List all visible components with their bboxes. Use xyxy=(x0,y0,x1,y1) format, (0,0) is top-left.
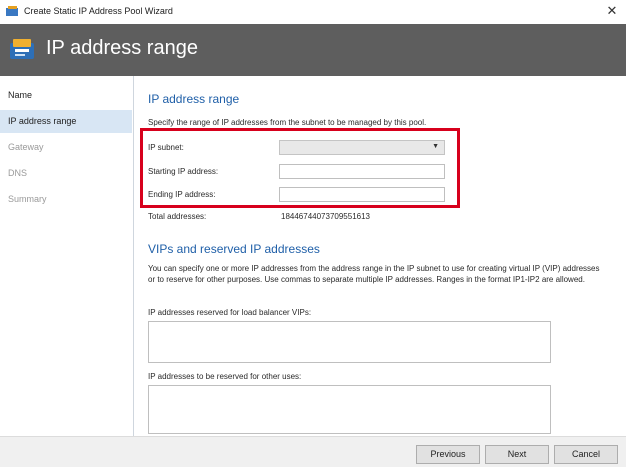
starting-ip-input[interactable] xyxy=(279,164,445,179)
wizard-steps-sidebar: Name IP address range Gateway DNS Summar… xyxy=(0,76,134,436)
section-description: Specify the range of IP addresses from t… xyxy=(148,118,427,127)
section-heading-vips: VIPs and reserved IP addresses xyxy=(148,242,320,256)
ending-ip-label: Ending IP address: xyxy=(148,190,216,199)
app-icon xyxy=(6,6,18,16)
title-bar: Create Static IP Address Pool Wizard ✕ xyxy=(0,0,626,24)
other-reserved-textarea[interactable] xyxy=(148,385,551,434)
ip-subnet-label: IP subnet: xyxy=(148,143,184,152)
wizard-icon xyxy=(10,39,34,59)
cancel-button[interactable]: Cancel xyxy=(554,445,618,464)
total-addresses-value: 18446744073709551613 xyxy=(281,212,370,221)
close-icon[interactable]: ✕ xyxy=(604,3,620,19)
starting-ip-label: Starting IP address: xyxy=(148,167,219,176)
ip-subnet-select[interactable]: ▼ xyxy=(279,140,445,155)
vips-description: You can specify one or more IP addresses… xyxy=(148,264,600,284)
window-title: Create Static IP Address Pool Wizard xyxy=(24,6,173,16)
other-reserved-label: IP addresses to be reserved for other us… xyxy=(148,372,302,381)
wizard-footer: Previous Next Cancel xyxy=(0,436,626,467)
sidebar-item-name[interactable]: Name xyxy=(0,84,132,107)
previous-button[interactable]: Previous xyxy=(416,445,480,464)
sidebar-item-dns: DNS xyxy=(8,168,28,178)
banner-title: IP address range xyxy=(46,37,198,59)
total-addresses-label: Total addresses: xyxy=(148,212,207,221)
sidebar-item-summary: Summary xyxy=(8,194,47,204)
vip-reserved-textarea[interactable] xyxy=(148,321,551,363)
chevron-down-icon: ▼ xyxy=(432,143,439,150)
next-button[interactable]: Next xyxy=(485,445,549,464)
ending-ip-input[interactable] xyxy=(279,187,445,202)
sidebar-item-ip-address-range[interactable]: IP address range xyxy=(0,110,132,133)
sidebar-item-gateway: Gateway xyxy=(8,142,44,152)
section-heading-ip-range: IP address range xyxy=(148,92,240,106)
main-content: IP address range Specify the range of IP… xyxy=(134,76,626,436)
vip-reserved-label: IP addresses reserved for load balancer … xyxy=(148,308,312,317)
wizard-banner: IP address range xyxy=(0,24,626,76)
